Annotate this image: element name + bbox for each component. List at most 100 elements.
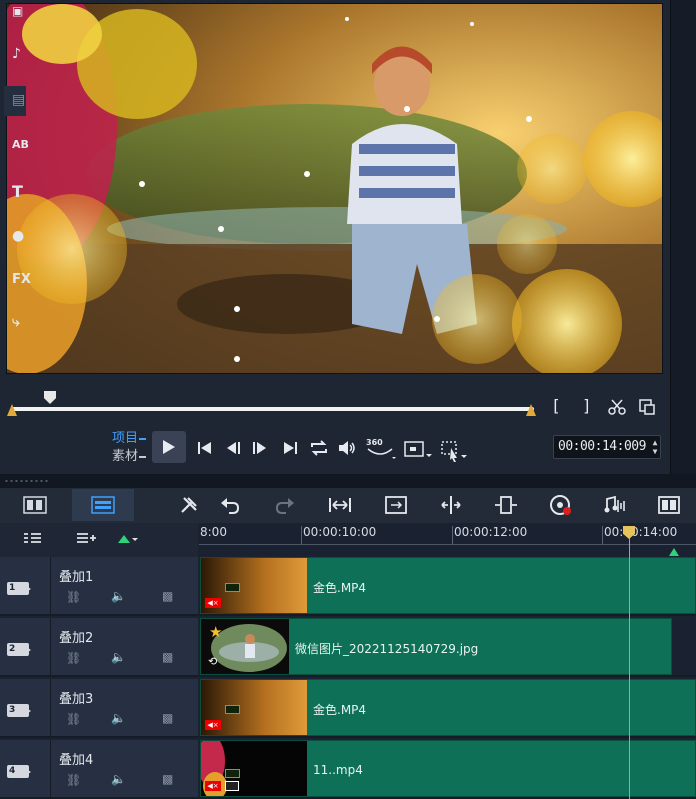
preview-image [7, 4, 662, 373]
mute-badge: ◀× [205, 781, 221, 791]
timeline-view-button[interactable] [72, 489, 134, 521]
undo-icon[interactable] [219, 494, 243, 516]
overlay-badge [225, 583, 240, 592]
project-end-marker[interactable] [669, 548, 679, 556]
multi-camera-icon[interactable] [657, 494, 681, 516]
graphics-icon[interactable]: ● [12, 228, 24, 244]
title-icon[interactable]: T [12, 182, 23, 201]
speaker-icon[interactable]: 🔈 [111, 650, 126, 664]
timecode-display[interactable]: 00:00:14:009 ▲ ▼ [553, 435, 661, 459]
ruler-label: 00:00:14:00 [604, 525, 678, 539]
add-track-icon[interactable] [76, 531, 96, 545]
next-frame-icon[interactable] [250, 438, 270, 458]
track-number-badge[interactable]: 3 [7, 704, 31, 717]
subtitle-badge [225, 781, 239, 791]
mute-badge: ◀× [205, 720, 221, 730]
track-name[interactable]: 叠加1 [59, 566, 93, 585]
volume-icon[interactable] [337, 438, 357, 458]
go-to-end-icon[interactable] [281, 438, 301, 458]
track-number-badge[interactable]: 1 [7, 582, 31, 595]
link-icon[interactable]: ⛓ [66, 590, 81, 604]
video-clip[interactable]: ◀× 金色.MP4 [200, 557, 696, 614]
ruler-label: 8:00 [200, 525, 227, 539]
360-button[interactable]: 360 [366, 438, 383, 447]
record-capture-icon[interactable] [549, 494, 573, 516]
transparency-grid-icon[interactable]: ▩ [162, 589, 173, 603]
speaker-icon[interactable]: 🔈 [111, 589, 126, 603]
smart-proxy-icon[interactable] [384, 494, 408, 516]
preview-scrub-bar[interactable] [12, 407, 534, 411]
project-mode-label[interactable]: 项目 [112, 431, 138, 446]
auto-music-icon[interactable] [603, 494, 627, 516]
clip-mode-indicator [139, 455, 147, 458]
link-icon[interactable]: ⛓ [66, 712, 81, 726]
clip-mode-label[interactable]: 素材 [112, 449, 138, 464]
track-manager-icon[interactable] [23, 531, 43, 545]
repeat-icon[interactable] [309, 438, 329, 458]
clip-name: 11..mp4 [313, 763, 363, 777]
go-to-start-icon[interactable] [195, 438, 215, 458]
path-icon[interactable]: ⤷ [12, 314, 20, 330]
timecode-value: 00:00:14:009 [558, 439, 646, 454]
panel-splitter[interactable] [0, 474, 696, 488]
mark-in-button[interactable]: [ [551, 396, 561, 415]
track-name[interactable]: 叠加3 [59, 688, 93, 707]
speaker-icon[interactable]: 🔈 [111, 772, 126, 786]
ruler-tick [602, 526, 603, 544]
link-icon[interactable]: ⛓ [66, 773, 81, 787]
track-number-badge[interactable]: 4 [7, 765, 31, 778]
media-icon[interactable]: ▣ [12, 4, 23, 18]
project-clip-mode-switch[interactable]: 项目 素材 [112, 430, 147, 466]
track-name[interactable]: 叠加4 [59, 749, 93, 768]
enlarge-preview-icon[interactable] [638, 398, 656, 416]
timeline-playhead[interactable] [629, 527, 630, 799]
ruler-label: 00:00:12:00 [454, 525, 528, 539]
ruler-baseline [199, 544, 696, 545]
preview-video-frame[interactable] [6, 3, 663, 374]
instant-project-icon[interactable]: ▤ [12, 92, 25, 108]
ruler-label: 00:00:10:00 [303, 525, 377, 539]
track-name[interactable]: 叠加2 [59, 627, 93, 646]
track-divider [50, 557, 51, 616]
project-mode-indicator [139, 437, 147, 440]
splitter-grip[interactable] [4, 480, 50, 482]
360-arc-icon [367, 448, 396, 459]
clip-name: 金色.MP4 [313, 581, 367, 595]
selection-tool-icon[interactable] [441, 440, 471, 462]
clip-name: 金色.MP4 [313, 703, 367, 717]
aspect-ratio-icon[interactable] [404, 440, 434, 460]
add-marker-icon[interactable] [117, 533, 139, 545]
audio-icon[interactable]: ♪ [12, 46, 21, 62]
transparency-grid-icon[interactable]: ▩ [162, 711, 173, 725]
transition-icon[interactable]: AB [12, 138, 29, 151]
fit-project-icon[interactable] [328, 494, 352, 516]
filter-icon[interactable]: FX [12, 272, 31, 287]
previous-frame-icon[interactable] [224, 438, 244, 458]
track-divider [50, 618, 51, 677]
split-clip-icon[interactable] [607, 398, 627, 416]
star-icon: ★ [209, 623, 223, 641]
track-divider [50, 740, 51, 799]
timecode-spinner[interactable]: ▲ ▼ [653, 438, 658, 456]
storyboard-view-button[interactable] [4, 489, 66, 521]
image-clip[interactable]: ★ ⟲ 微信图片_20221125140729.jpg [200, 618, 672, 675]
tools-icon[interactable] [178, 494, 202, 516]
timeline-icon [91, 496, 115, 514]
trim-end-handle[interactable] [526, 404, 536, 416]
redo-icon[interactable] [272, 494, 296, 516]
play-button[interactable] [152, 431, 186, 463]
track-transparency-icon[interactable] [494, 494, 518, 516]
video-clip[interactable]: ◀× 11..mp4 [200, 740, 696, 797]
track-number-badge[interactable]: 2 [7, 643, 31, 656]
link-icon[interactable]: ⛓ [66, 651, 81, 665]
360-label: 360 [366, 438, 383, 447]
mute-badge: ◀× [205, 598, 221, 608]
trim-start-handle[interactable] [7, 404, 17, 416]
motion-icon: ⟲ [208, 655, 218, 668]
transparency-grid-icon[interactable]: ▩ [162, 772, 173, 786]
transparency-grid-icon[interactable]: ▩ [162, 650, 173, 664]
mark-out-button[interactable]: ] [582, 396, 592, 415]
speaker-icon[interactable]: 🔈 [111, 711, 126, 725]
split-screen-icon[interactable] [439, 494, 463, 516]
video-clip[interactable]: ◀× 金色.MP4 [200, 679, 696, 736]
